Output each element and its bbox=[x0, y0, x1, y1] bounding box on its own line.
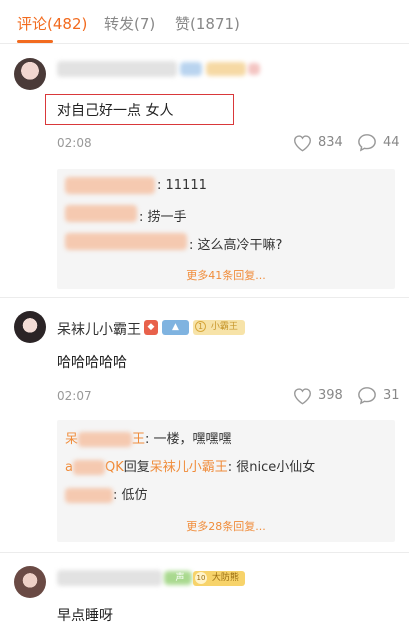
avatar[interactable] bbox=[14, 58, 46, 90]
tab-reposts[interactable]: 转发(7) bbox=[104, 13, 155, 34]
tab-likes[interactable]: 赞(1871) bbox=[175, 13, 240, 34]
blurred-badge bbox=[180, 62, 202, 76]
comment-tabs: 评论(482) 转发(7) 赞(1871) bbox=[0, 0, 409, 44]
divider bbox=[0, 552, 409, 553]
blurred-nickname bbox=[65, 177, 155, 194]
comment-bubble-icon bbox=[358, 387, 376, 405]
like-count: 834 bbox=[318, 135, 343, 150]
heart-icon bbox=[294, 135, 311, 152]
fan-badge: 1 小霸王 bbox=[193, 320, 245, 335]
blurred-nickname bbox=[65, 205, 137, 222]
vip-badge: ◆ bbox=[144, 320, 158, 335]
comment-content: 对自己好一点 女人 bbox=[57, 103, 174, 119]
more-replies-link[interactable]: 更多41条回复... bbox=[57, 267, 395, 283]
more-replies-link[interactable]: 更多28条回复... bbox=[57, 518, 395, 534]
reply-item[interactable]: 呆王: 一楼，嘿嘿嘿 bbox=[65, 428, 232, 447]
reply-list: 呆王: 一楼，嘿嘿嘿 a QK回复呆袜儿小霸王: 很nice小仙女 : 低仿 更多… bbox=[57, 420, 395, 542]
reply-item[interactable]: : 低仿 bbox=[65, 484, 148, 503]
blurred-nickname bbox=[65, 233, 187, 250]
comment-bubble-icon bbox=[358, 134, 376, 152]
comment-time: 02:07 bbox=[57, 389, 92, 403]
divider bbox=[0, 297, 409, 298]
avatar[interactable] bbox=[14, 566, 46, 598]
member-badge: ▲ bbox=[162, 320, 189, 335]
blurred-badge bbox=[206, 62, 246, 76]
blurred-username bbox=[57, 570, 162, 586]
reply-count: 31 bbox=[383, 388, 400, 403]
active-tab-indicator bbox=[17, 40, 53, 43]
comment-content: 早点睡呀 bbox=[57, 608, 113, 624]
like-count: 398 bbox=[318, 388, 343, 403]
reply-count: 44 bbox=[383, 135, 400, 150]
blurred-nickname bbox=[65, 488, 113, 503]
reply-item[interactable]: a QK回复呆袜儿小霸王: 很nice小仙女 bbox=[65, 456, 315, 475]
blurred-badge bbox=[248, 63, 260, 75]
blurred-nickname bbox=[72, 460, 105, 475]
comment-content: 哈哈哈哈哈 bbox=[57, 355, 127, 371]
sound-badge: 声 bbox=[175, 573, 185, 583]
reply-list: : 11111 : 捞一手 : 这么高冷干嘛? 更多41条回复... bbox=[57, 169, 395, 289]
fan-badge: 10 大防熊 bbox=[193, 571, 245, 586]
heart-icon bbox=[294, 388, 311, 405]
comment-time: 02:08 bbox=[57, 136, 92, 150]
blurred-username bbox=[57, 61, 177, 77]
blurred-nickname bbox=[78, 432, 133, 447]
tab-comments[interactable]: 评论(482) bbox=[17, 13, 87, 34]
avatar[interactable] bbox=[14, 311, 46, 343]
username[interactable]: 呆袜儿小霸王 bbox=[57, 319, 141, 339]
